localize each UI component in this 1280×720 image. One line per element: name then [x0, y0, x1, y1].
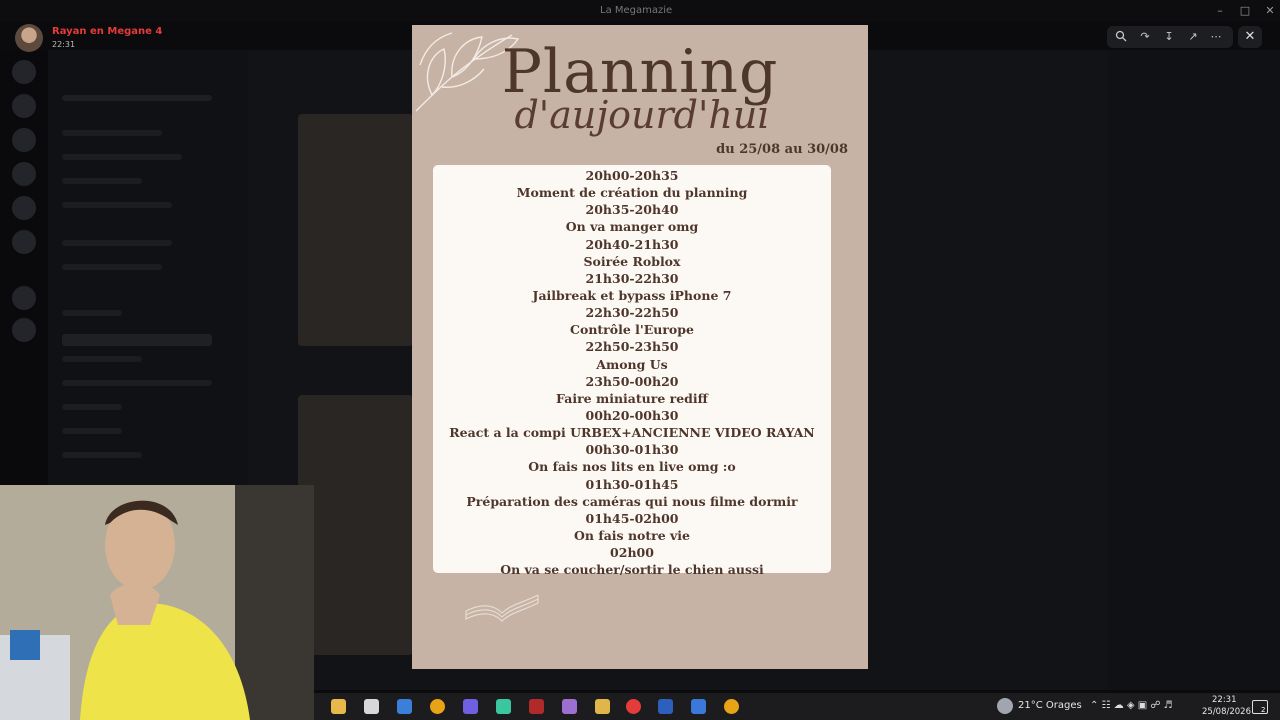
reply-icon[interactable]: ↷	[1137, 30, 1153, 44]
schedule-time: 01h30-01h45	[585, 476, 679, 492]
channel-item[interactable]	[62, 310, 122, 316]
notification-center-icon[interactable]	[1252, 700, 1268, 714]
server-icon[interactable]	[12, 318, 36, 342]
schedule-activity: On fais nos lits en live omg :o	[528, 459, 736, 475]
server-icon[interactable]	[12, 286, 36, 310]
channel-item[interactable]	[62, 452, 142, 458]
avatar	[15, 24, 43, 52]
image-attachment[interactable]	[298, 114, 413, 346]
more-icon[interactable]: ⋯	[1208, 30, 1224, 44]
channel-item[interactable]	[62, 264, 162, 270]
obs-icon[interactable]	[626, 699, 641, 714]
schedule-activity: Jailbreak et bypass iPhone 7	[532, 287, 732, 303]
schedule-time: 20h40-21h30	[585, 236, 679, 252]
channel-item[interactable]	[62, 404, 122, 410]
schedule-time: 22h30-22h50	[585, 305, 679, 321]
schedule-activity: On fais notre vie	[574, 527, 690, 543]
notification-count: 2	[1261, 706, 1266, 714]
schedule-time: 20h00-20h35	[585, 168, 679, 183]
file-explorer-icon[interactable]	[331, 699, 346, 714]
chrome-icon[interactable]	[724, 699, 739, 714]
maximize-icon[interactable]: □	[1237, 4, 1253, 17]
css-icon[interactable]	[691, 699, 706, 714]
schedule-activity: On va manger omg	[565, 219, 699, 235]
channel-item[interactable]	[62, 95, 212, 101]
schedule-time: 00h20-00h30	[585, 407, 679, 423]
chrome-icon[interactable]	[430, 699, 445, 714]
planning-dates: du 25/08 au 30/08	[716, 142, 848, 157]
mail-icon[interactable]	[397, 699, 412, 714]
server-icon[interactable]	[12, 196, 36, 220]
server-icon[interactable]	[12, 162, 36, 186]
webcam-feed	[0, 485, 314, 720]
terminal-icon[interactable]	[529, 699, 544, 714]
schedule-activity: React a la compi URBEX+ANCIENNE VIDEO RA…	[449, 425, 815, 441]
system-tray-icons[interactable]: ⌃ ☷ ☁ ◈ ▣ ☍ ♬	[1090, 700, 1173, 711]
channel-item[interactable]	[62, 154, 182, 160]
channel-item-selected[interactable]	[62, 334, 212, 346]
schedule-activity: Among Us	[596, 356, 668, 372]
game-icon[interactable]	[562, 699, 577, 714]
schedule-activity: Soirée Roblox	[583, 253, 681, 269]
close-icon[interactable]: ✕	[1238, 26, 1262, 48]
clock-date[interactable]: 25/08/2026	[1202, 707, 1251, 717]
channel-item[interactable]	[62, 356, 142, 362]
channel-item[interactable]	[62, 380, 212, 386]
crown-icon[interactable]	[595, 699, 610, 714]
schedule-list: 20h00-20h35 Moment de création du plannin…	[433, 167, 831, 578]
channel-item[interactable]	[62, 240, 172, 246]
discord-icon[interactable]	[463, 699, 478, 714]
word-icon[interactable]	[658, 699, 673, 714]
server-icon[interactable]	[12, 60, 36, 84]
notification-title[interactable]: Rayan en Megane 4	[52, 26, 162, 37]
planning-subtitle: d'aujourd'hui	[514, 93, 770, 137]
window-close-icon[interactable]: ✕	[1262, 4, 1278, 17]
schedule-activity: Préparation des caméras qui nous filme d…	[466, 493, 798, 509]
channel-item[interactable]	[62, 428, 122, 434]
clock-time[interactable]: 22:31	[1212, 695, 1237, 705]
schedule-card: 20h00-20h35 Moment de création du plannin…	[433, 165, 831, 577]
schedule-time: 01h45-02h00	[585, 510, 679, 526]
channel-item[interactable]	[62, 130, 162, 136]
schedule-time: 23h50-00h20	[585, 373, 679, 389]
channel-item[interactable]	[62, 202, 172, 208]
image-attachment[interactable]	[298, 395, 413, 655]
schedule-activity: Contrôle l'Europe	[570, 322, 694, 338]
photos-icon[interactable]	[496, 699, 511, 714]
notification-time: 22:31	[52, 40, 76, 49]
weather-text[interactable]: 21°C Orages	[1018, 700, 1082, 711]
image-viewer-toolbar: ↷ ↧ ↗ ⋯	[1107, 26, 1233, 48]
planning-image: Planning d'aujourd'hui du 25/08 au 30/08…	[412, 25, 868, 669]
schedule-time: 22h50-23h50	[585, 339, 679, 355]
download-icon[interactable]: ↧	[1161, 30, 1177, 44]
store-icon[interactable]	[364, 699, 379, 714]
schedule-time: 02h00	[610, 545, 654, 561]
schedule-time: 20h35-20h40	[585, 202, 679, 218]
server-icon[interactable]	[12, 94, 36, 118]
weather-icon[interactable]	[997, 698, 1013, 714]
book-icon	[465, 594, 539, 622]
schedule-activity: Moment de création du planning	[516, 185, 748, 201]
server-icon[interactable]	[12, 128, 36, 152]
minimize-icon[interactable]: –	[1212, 4, 1228, 17]
schedule-activity: On va se coucher/sortir le chien aussi	[500, 562, 764, 578]
member-panel	[1108, 50, 1280, 690]
server-icon[interactable]	[12, 230, 36, 254]
schedule-time: 00h30-01h30	[585, 442, 679, 458]
zoom-icon[interactable]	[1113, 30, 1129, 44]
window-title: La Megamazie	[600, 5, 673, 16]
schedule-activity: Faire miniature rediff	[556, 390, 708, 406]
open-external-icon[interactable]: ↗	[1185, 30, 1201, 44]
channel-item[interactable]	[62, 178, 142, 184]
schedule-time: 21h30-22h30	[585, 270, 679, 286]
